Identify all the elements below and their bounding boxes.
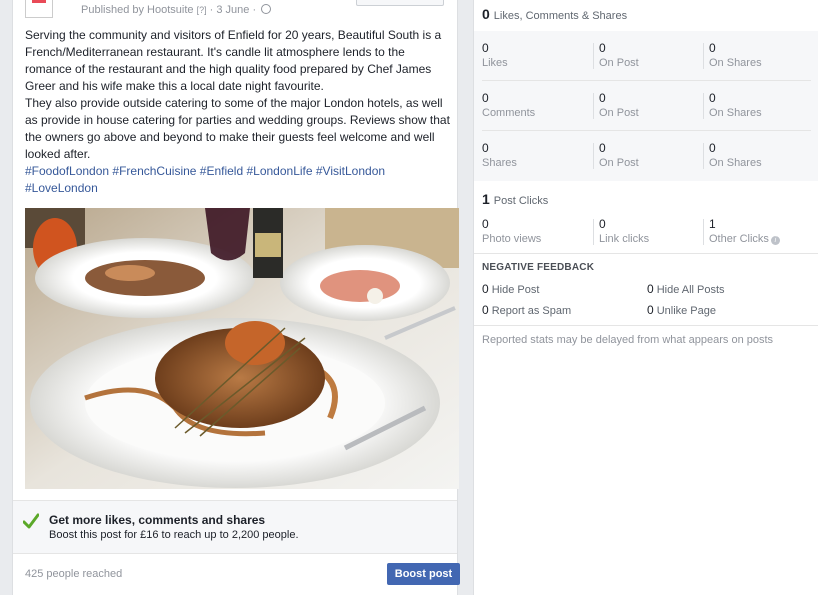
link-clicks-label: Link clicks <box>599 233 650 245</box>
stats-delay-note: Reported stats may be delayed from what … <box>482 334 774 346</box>
other-clicks-count: 1 <box>709 217 716 231</box>
shares-row: 0 Shares 0 On Post 0 On Shares <box>474 131 818 180</box>
shares-label: Shares <box>482 157 517 169</box>
food-photo-image <box>25 208 459 489</box>
photo-views-count: 0 <box>482 217 489 231</box>
post-text: Serving the community and visitors of En… <box>25 28 450 161</box>
hide-post-count: 0 <box>482 282 489 296</box>
post-photo[interactable] <box>25 208 459 489</box>
shares-on-post-label: On Post <box>599 157 639 169</box>
globe-icon <box>261 4 272 14</box>
shares-on-shares: 0 <box>709 141 716 155</box>
help-link[interactable]: [?] <box>197 5 207 15</box>
likes-on-shares: 0 <box>709 41 716 55</box>
engagement-count: 0 <box>482 6 490 22</box>
boost-promo: Get more likes, comments and shares Boos… <box>13 500 457 554</box>
clicks-breakdown: 0 Photo views 0 Link clicks 1 Other Clicks i <box>474 207 818 256</box>
comments-on-post: 0 <box>599 91 606 105</box>
info-icon[interactable]: i <box>770 236 780 245</box>
unlike-label: Unlike Page <box>656 305 717 317</box>
spam-count: 0 <box>482 303 489 317</box>
post-clicks-count: 1 <box>482 191 490 207</box>
header-button[interactable] <box>356 0 444 6</box>
likes-on-post-label: On Post <box>599 57 639 69</box>
comments-total: 0 <box>482 91 489 105</box>
report-spam-stat: 0 Report as Spam <box>482 303 571 317</box>
promo-subtitle: Boost this post for £16 to reach up to 2… <box>49 529 299 541</box>
engagement-breakdown: 0 Likes 0 On Post 0 On Shares 0 Comments 0 On… <box>474 31 818 181</box>
likes-total: 0 <box>482 41 489 55</box>
page-avatar[interactable] <box>25 0 53 18</box>
likes-on-shares-label: On Shares <box>709 57 762 69</box>
photo-views-label: Photo views <box>482 233 542 245</box>
post-date[interactable]: · 3 June · <box>210 4 256 16</box>
stats-panel: 0 Likes, Comments & Shares 0 Likes 0 On Pos… <box>473 0 818 595</box>
engagement-summary: 0 Likes, Comments & Shares <box>482 6 627 22</box>
likes-on-post: 0 <box>599 41 606 55</box>
hide-all-posts-stat: 0 Hide All Posts <box>647 282 725 296</box>
publisher-link[interactable]: Published by Hootsuite <box>81 4 194 16</box>
shares-total: 0 <box>482 141 489 155</box>
hide-all-count: 0 <box>647 282 654 296</box>
post-card: Published by Hootsuite [?] · 3 June · Se… <box>12 0 460 595</box>
comments-row: 0 Comments 0 On Post 0 On Shares <box>474 81 818 130</box>
hide-all-label: Hide All Posts <box>656 284 725 296</box>
engagement-label: Likes, Comments & Shares <box>493 10 628 22</box>
other-clicks-label: Other Clicks <box>709 233 769 245</box>
comments-on-post-label: On Post <box>599 107 639 119</box>
unlike-count: 0 <box>647 303 654 317</box>
people-reached[interactable]: 425 people reached <box>25 568 122 580</box>
post-hashtags[interactable]: #FoodofLondon #FrenchCuisine #Enfield #L… <box>25 163 453 197</box>
likes-row: 0 Likes 0 On Post 0 On Shares <box>474 31 818 80</box>
hide-post-stat: 0 Hide Post <box>482 282 539 296</box>
likes-label: Likes <box>482 57 508 69</box>
spam-label: Report as Spam <box>491 305 572 317</box>
shares-on-post: 0 <box>599 141 606 155</box>
check-icon <box>23 513 39 529</box>
link-clicks-count: 0 <box>599 217 606 231</box>
unlike-page-stat: 0 Unlike Page <box>647 303 716 317</box>
shares-on-shares-label: On Shares <box>709 157 762 169</box>
promo-title: Get more likes, comments and shares <box>49 513 266 527</box>
post-clicks-summary: 1 Post Clicks <box>482 191 548 207</box>
negative-feedback-title: NEGATIVE FEEDBACK <box>482 262 595 273</box>
comments-on-shares: 0 <box>709 91 716 105</box>
post-header: Published by Hootsuite [?] · 3 June · <box>25 0 445 22</box>
comments-on-shares-label: On Shares <box>709 107 762 119</box>
post-meta: Published by Hootsuite [?] · 3 June · <box>81 4 272 16</box>
post-clicks-label: Post Clicks <box>493 195 549 207</box>
comments-label: Comments <box>482 107 536 119</box>
hide-post-label: Hide Post <box>491 284 540 296</box>
boost-post-button[interactable]: Boost post <box>387 563 460 585</box>
